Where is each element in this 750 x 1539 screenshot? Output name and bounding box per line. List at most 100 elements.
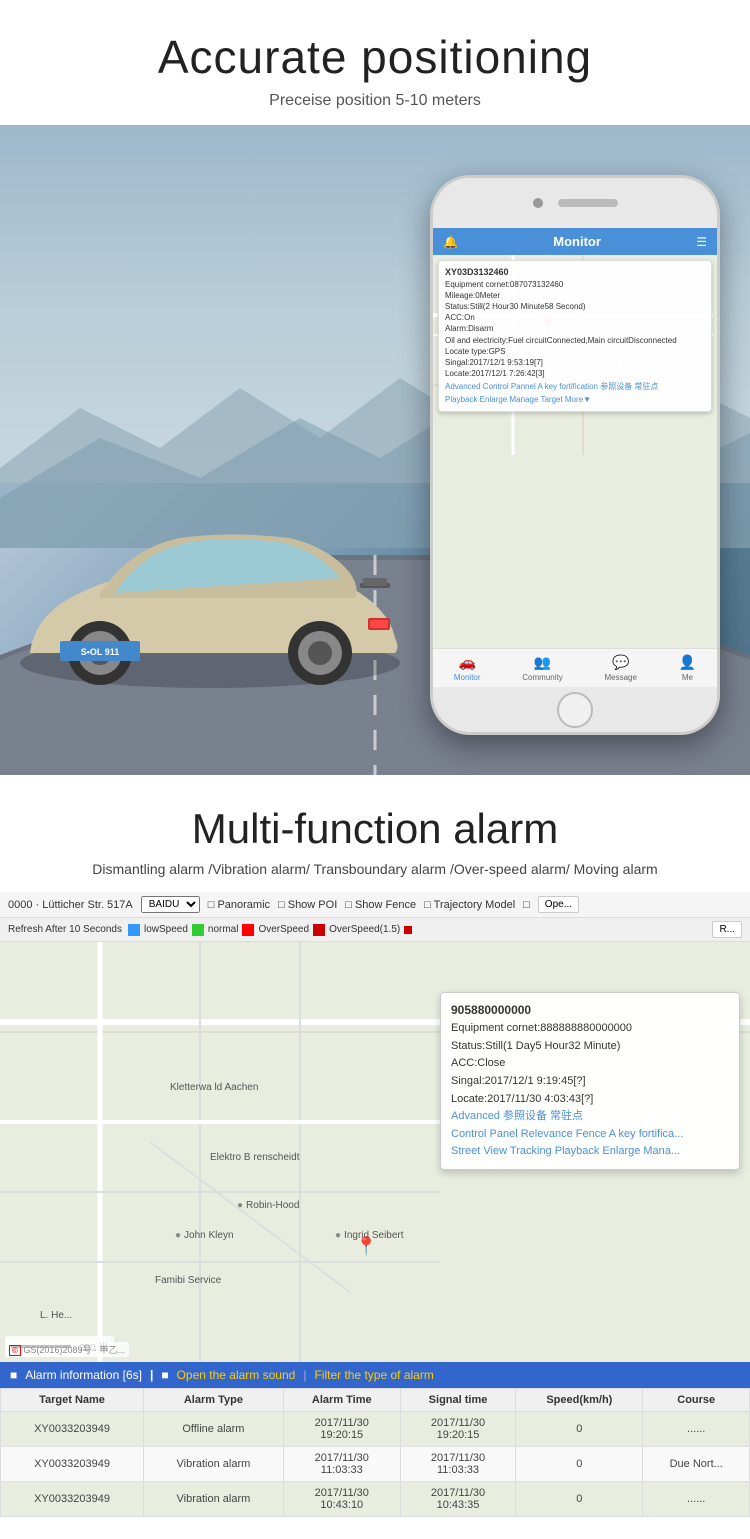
overspeed15-label: OverSpeed(1.5) — [329, 924, 400, 935]
alarm-cell-1-5: Due Nort... — [643, 1447, 750, 1482]
status: Status:Still(2 Hour30 Minute58 Second) — [445, 301, 705, 312]
web-locate: Locate:2017/11/30 4:03:43[?] — [451, 1091, 729, 1109]
alarm-cell-1-3: 2017/11/30 11:03:33 — [400, 1447, 515, 1482]
show-fence-checkbox-label[interactable]: □ Show Fence — [345, 899, 416, 911]
col-alarm-type: Alarm Type — [144, 1389, 284, 1412]
notification-icon: 🔔 — [443, 235, 458, 249]
place-elektro: Elektro B renscheidt — [210, 1152, 300, 1163]
refresh-button[interactable]: R... — [712, 921, 742, 938]
tab-community-label: Community — [522, 673, 562, 682]
place-robinhood: ● Robin-Hood — [237, 1200, 299, 1211]
alarm-header-label: Alarm information [6s] — [25, 1368, 142, 1382]
web-status: Status:Still(1 Day5 Hour32 Minute) — [451, 1038, 729, 1056]
overspeed-dot — [242, 924, 254, 936]
web-links-2[interactable]: Control Panel Relevance Fence A key fort… — [451, 1126, 729, 1144]
address-label: 0000 · Lütticher Str. 517A — [8, 899, 133, 911]
locate-time: Locate:2017/12/1 7:26:42[3] — [445, 368, 705, 379]
action-links-1[interactable]: Advanced Control Pannel A key fortificat… — [445, 381, 705, 392]
open-alarm-sound-link[interactable]: Open the alarm sound — [177, 1368, 296, 1382]
place-famibi: Famibi Service — [155, 1275, 221, 1286]
web-equipment: Equipment cornet:888888880000000 — [451, 1020, 729, 1038]
phone-bottom-bar — [433, 687, 717, 732]
alarm-cell-1-1: Vibration alarm — [144, 1447, 284, 1482]
alarm-cell-0-5: ...... — [643, 1412, 750, 1447]
section1-title: Accurate positioning — [20, 30, 730, 84]
menu-icon: ☰ — [696, 235, 707, 249]
tab-message[interactable]: 💬 Message — [604, 654, 636, 682]
trajectory-model-checkbox-label[interactable]: □ Trajectory Model — [424, 899, 515, 911]
car-image: S•OL 911 — [0, 473, 420, 723]
device-id: XY03D3132460 — [445, 266, 705, 279]
overspeed15-dot — [313, 924, 325, 936]
action-links-2[interactable]: Playback Enlarge Manage Target More▼ — [445, 394, 705, 405]
acc: ACC:On — [445, 312, 705, 323]
col-alarm-time: Alarm Time — [283, 1389, 400, 1412]
open-button[interactable]: Ope... — [538, 896, 579, 913]
robinhood-pin: ● — [237, 1200, 243, 1211]
overspeed15-color — [404, 926, 412, 934]
map-copyright: © GS(2016)2089号 · 甲乙... — [5, 1342, 129, 1357]
tab-me-label: Me — [682, 673, 693, 682]
show-poi-checkbox-label[interactable]: □ Show POI — [278, 899, 337, 911]
section2-title: Multi-function alarm — [20, 805, 730, 853]
phone-speaker — [558, 199, 618, 207]
phone-screen: 🔔 Monitor ☰ Hans Sc — [433, 228, 717, 687]
web-links-1[interactable]: Advanced 参照设备 常驻点 — [451, 1108, 729, 1126]
place-johnkleyn: ● John Kleyn — [175, 1230, 234, 1241]
col-speed: Speed(km/h) — [516, 1389, 643, 1412]
tab-community[interactable]: 👥 Community — [522, 654, 562, 682]
alarm-bar: ■ Alarm information [6s] | ■ Open the al… — [0, 1362, 750, 1388]
oil-status: Oil and electricity:Fuel circuitConnecte… — [445, 335, 705, 346]
extra-control: □ — [523, 899, 530, 911]
filter-alarm-link[interactable]: Filter the type of alarm — [314, 1368, 433, 1382]
web-links-3[interactable]: Street View Tracking Playback Enlarge Ma… — [451, 1143, 729, 1161]
alarm-cell-0-2: 2017/11/30 19:20:15 — [283, 1412, 400, 1447]
web-map-container: 0000 · Lütticher Str. 517A BAIDU □ Panor… — [0, 892, 750, 1517]
tab-monitor[interactable]: 🚗 Monitor — [454, 654, 481, 682]
alarm-table-header-row: Target Name Alarm Type Alarm Time Signal… — [1, 1389, 750, 1412]
tab-me[interactable]: 👤 Me — [679, 654, 696, 682]
col-signal-time: Signal time — [400, 1389, 515, 1412]
alarm-bracket-open: ■ — [10, 1368, 17, 1382]
alarm-cell-2-0: XY0033203949 — [1, 1482, 144, 1517]
alarm-cell-0-1: Offline alarm — [144, 1412, 284, 1447]
normal-dot — [192, 924, 204, 936]
phone-home-button[interactable] — [557, 692, 593, 728]
alarm-cell-1-4: 0 — [516, 1447, 643, 1482]
overspeed-label: OverSpeed — [258, 924, 309, 935]
col-course: Course — [643, 1389, 750, 1412]
copyright-text: GS(2016)2089号 · 甲乙... — [23, 1345, 125, 1355]
svg-text:S•OL 911: S•OL 911 — [81, 647, 120, 657]
alarm-cell-2-2: 2017/11/30 10:43:10 — [283, 1482, 400, 1517]
web-device-id: 905880000000 — [451, 1001, 729, 1020]
phone-map-area: Hans Schulz An der Kirche 📍 XY03D3132460… — [433, 255, 717, 648]
phone-camera — [533, 198, 543, 208]
alarm-sound-icon: ■ — [161, 1368, 168, 1382]
place-lhe: L. He... — [40, 1310, 72, 1321]
phone-map-info-popup: XY03D3132460 Equipment cornet:0870731324… — [438, 260, 712, 412]
normal-label: normal — [208, 924, 239, 935]
alarm-cell-2-4: 0 — [516, 1482, 643, 1517]
alarm-cell-0-3: 2017/11/30 19:20:15 — [400, 1412, 515, 1447]
me-icon: 👤 — [679, 654, 696, 671]
section1-header: Accurate positioning Preceise position 5… — [0, 0, 750, 125]
web-map-info-popup: 905880000000 Equipment cornet:8888888800… — [440, 992, 740, 1170]
web-toolbar-row2: Refresh After 10 Seconds lowSpeed normal… — [0, 918, 750, 942]
alarm-table-row: XY0033203949Vibration alarm2017/11/30 11… — [1, 1447, 750, 1482]
monitor-icon: 🚗 — [458, 654, 475, 671]
alarm-separator: | — [303, 1368, 306, 1382]
alarm-cell-1-2: 2017/11/30 11:03:33 — [283, 1447, 400, 1482]
tab-monitor-label: Monitor — [454, 673, 481, 682]
map-provider-select[interactable]: BAIDU — [141, 896, 200, 913]
alarm-cell-1-0: XY0033203949 — [1, 1447, 144, 1482]
alarm-bracket-close: | — [150, 1368, 153, 1382]
alarm-cell-0-0: XY0033203949 — [1, 1412, 144, 1447]
community-icon: 👥 — [534, 654, 551, 671]
refresh-label: Refresh After 10 Seconds — [8, 924, 122, 935]
equipment-cornet: Equipment cornet:087073132460 — [445, 279, 705, 290]
panoramic-checkbox-label[interactable]: □ Panoramic — [208, 899, 270, 911]
ingrid-pin: ● — [335, 1230, 341, 1241]
alarm-status: Alarm:Disarm — [445, 323, 705, 334]
copyright-icon: © — [9, 1345, 21, 1356]
col-target-name: Target Name — [1, 1389, 144, 1412]
